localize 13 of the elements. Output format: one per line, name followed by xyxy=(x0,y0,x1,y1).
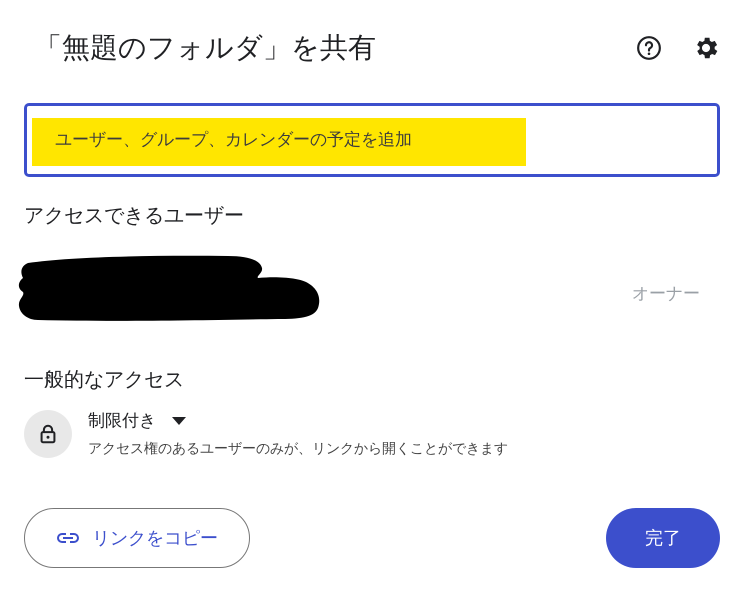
access-description: アクセス権のあるユーザーのみが、リンクから開くことができます xyxy=(88,440,508,458)
role-label: オーナー xyxy=(632,282,700,304)
access-dropdown[interactable]: 制限付き xyxy=(88,409,186,432)
dialog-title: 「無題のフォルダ」を共有 xyxy=(34,30,376,66)
lock-icon xyxy=(24,410,72,458)
caret-icon xyxy=(172,416,186,424)
add-people-field[interactable]: ユーザー、グループ、カレンダーの予定を追加 xyxy=(24,103,720,177)
help-icon[interactable] xyxy=(636,35,662,61)
link-icon xyxy=(56,532,80,544)
done-button[interactable]: 完了 xyxy=(606,508,720,568)
section-heading: アクセスできるユーザー xyxy=(24,202,245,229)
copy-link-button[interactable]: リンクをコピー xyxy=(24,508,250,568)
section-heading: 一般的なアクセス xyxy=(24,366,185,393)
